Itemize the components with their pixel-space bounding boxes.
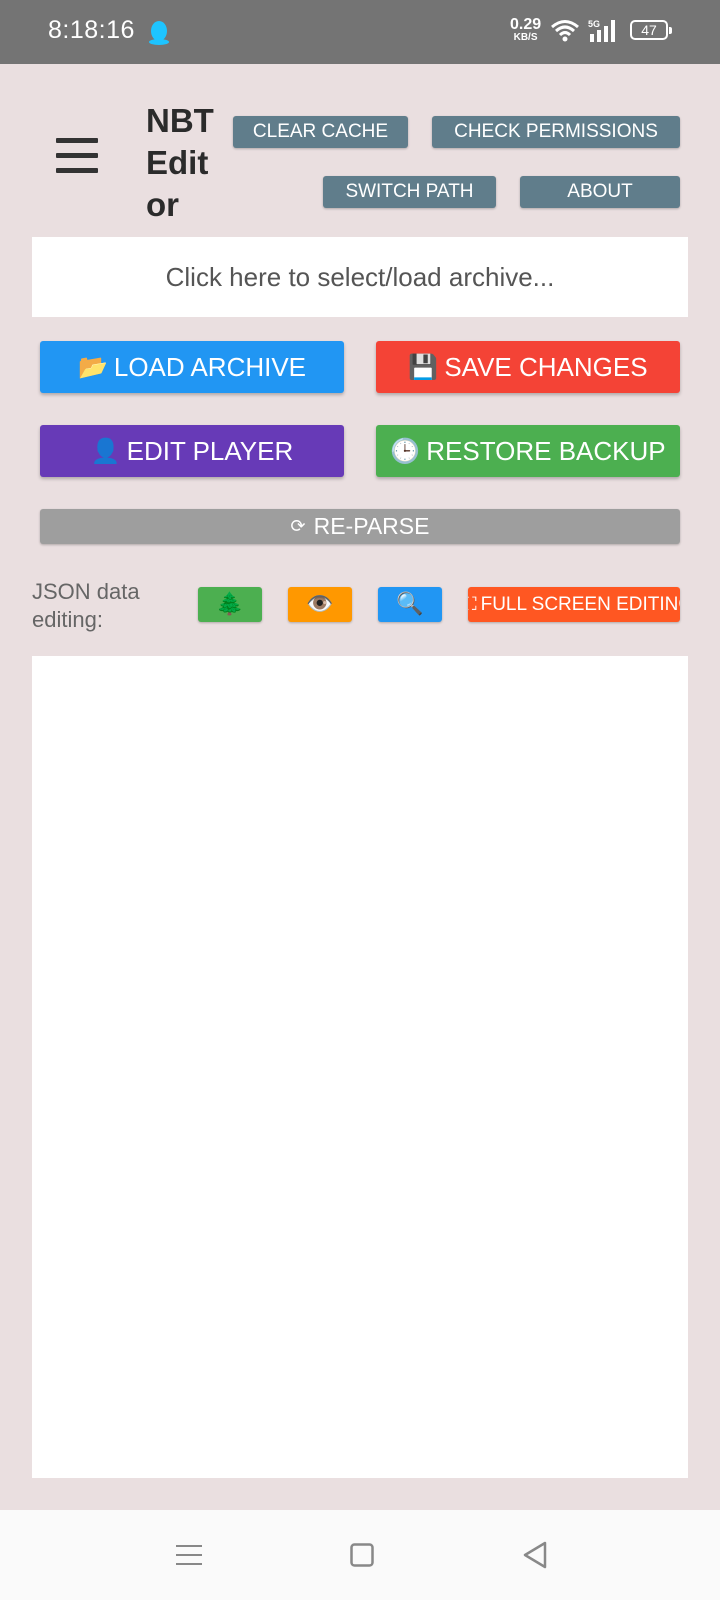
- reparse-button[interactable]: ⟳ RE-PARSE: [40, 509, 680, 544]
- tree-icon: 🌲: [216, 592, 244, 617]
- edit-player-button[interactable]: 👤 EDIT PLAYER: [40, 425, 344, 477]
- refresh-icon: ⟳: [290, 516, 306, 537]
- network-speed: 0.29 KB/S: [510, 16, 542, 44]
- check-permissions-button[interactable]: CHECK PERMISSIONS: [432, 116, 680, 148]
- back-icon[interactable]: [522, 1541, 548, 1569]
- full-screen-editing-button[interactable]: ⛶ FULL SCREEN EDITING: [468, 587, 680, 622]
- restore-backup-button[interactable]: 🕒 RESTORE BACKUP: [376, 425, 680, 477]
- recent-apps-icon[interactable]: [176, 1543, 202, 1567]
- preview-button[interactable]: 👁️: [288, 587, 352, 622]
- wifi-icon: [551, 20, 579, 42]
- json-editor-textarea[interactable]: [32, 656, 688, 1478]
- status-time: 8:18:16: [48, 16, 135, 44]
- archive-selector-placeholder: Click here to select/load archive...: [165, 261, 555, 292]
- clock-icon: 🕒: [390, 437, 421, 465]
- archive-selector[interactable]: Click here to select/load archive...: [32, 237, 688, 317]
- search-button[interactable]: 🔍: [378, 587, 442, 622]
- battery-level: 47: [630, 20, 668, 40]
- save-changes-button[interactable]: 💾 SAVE CHANGES: [376, 341, 680, 393]
- user-icon: 👤: [90, 437, 121, 465]
- eye-icon: 👁️: [306, 592, 334, 617]
- app-title: NBT Edit or: [146, 102, 214, 223]
- cell-signal-icon: 5G: [588, 19, 615, 42]
- signal-label: 5G: [588, 19, 600, 29]
- battery-icon: 47: [630, 20, 672, 42]
- qq-notification-icon: [149, 21, 169, 45]
- switch-path-button[interactable]: SWITCH PATH: [323, 176, 496, 208]
- fullscreen-icon: ⛶: [468, 594, 477, 615]
- floppy-disk-icon: 💾: [408, 353, 439, 381]
- clear-cache-button[interactable]: CLEAR CACHE: [233, 116, 408, 148]
- home-icon[interactable]: [350, 1543, 374, 1567]
- load-archive-button[interactable]: 📂 LOAD ARCHIVE: [40, 341, 344, 393]
- search-icon: 🔍: [396, 592, 424, 617]
- folder-icon: 📂: [77, 353, 108, 381]
- hamburger-menu-icon[interactable]: [56, 138, 98, 178]
- json-editing-label: JSON data editing:: [32, 579, 140, 632]
- about-button[interactable]: ABOUT: [520, 176, 680, 208]
- status-bar: 8:18:16 0.29 KB/S 5G 47: [0, 0, 720, 64]
- tree-view-button[interactable]: 🌲: [198, 587, 262, 622]
